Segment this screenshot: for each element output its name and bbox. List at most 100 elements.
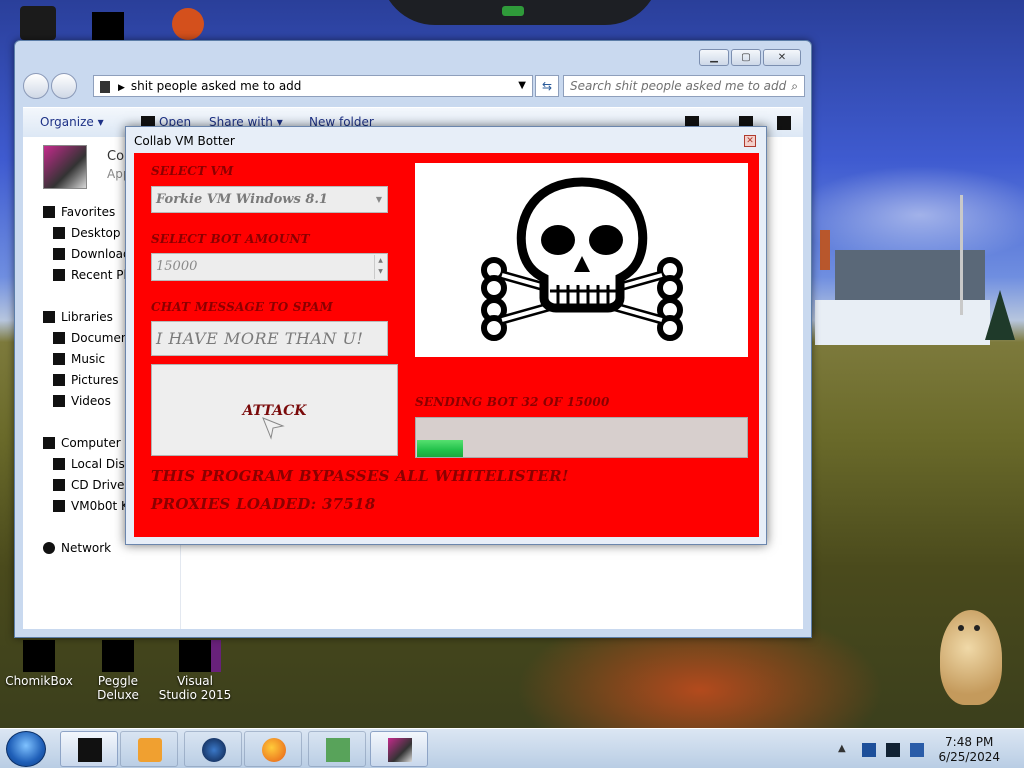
- attack-button[interactable]: ATTACK: [151, 364, 398, 456]
- taskbar-item-installer[interactable]: [308, 731, 366, 767]
- nav-cd-drive[interactable]: CD Drive (: [53, 478, 133, 492]
- firefox-icon: [262, 738, 286, 762]
- chevron-down-icon: ▼: [375, 194, 382, 204]
- gadget-indicator: [502, 6, 524, 16]
- videos-icon: [53, 395, 65, 407]
- progress-fill: [417, 440, 463, 457]
- wallpaper-house: [815, 195, 990, 345]
- cd-drive-icon: [53, 479, 65, 491]
- flag-icon[interactable]: [862, 743, 876, 757]
- disk-icon: [53, 458, 65, 470]
- desktop-icon-recycle-bin[interactable]: [20, 6, 56, 42]
- back-button[interactable]: [23, 73, 49, 99]
- address-bar[interactable]: ▶ shit people asked me to add ▼: [93, 75, 533, 97]
- computer-icon: [43, 437, 55, 449]
- desktop-icon-chomikbox[interactable]: ChomikBox: [4, 640, 74, 688]
- clock[interactable]: 7:48 PM 6/25/2024: [938, 735, 1000, 765]
- window-caption-buttons: ▁ ▢ ✕: [699, 49, 801, 66]
- recent-places-icon: [53, 269, 65, 281]
- taskbar-item-botter[interactable]: [370, 731, 428, 767]
- minimize-button[interactable]: ▁: [699, 49, 729, 66]
- taskbar-item-globe[interactable]: [184, 731, 242, 767]
- top-gadget: [380, 0, 660, 25]
- search-placeholder: Search shit people asked me to add: [570, 79, 787, 93]
- proxies-loaded: PROXIES LOADED: 37518: [151, 495, 376, 513]
- taskbar: ▲ 7:48 PM 6/25/2024: [0, 728, 1024, 768]
- black-window-icon: [78, 738, 102, 762]
- desktop-icon-visual-studio[interactable]: Visual Studio 2015: [158, 640, 232, 702]
- nav-videos[interactable]: Videos: [53, 394, 111, 408]
- chat-message-field[interactable]: I HAVE MORE THAN U!: [151, 321, 388, 356]
- sending-status: SENDING BOT 32 OF 15000: [415, 395, 610, 409]
- nav-music[interactable]: Music: [53, 352, 105, 366]
- desktop-icon-media[interactable]: [172, 8, 204, 42]
- clock-date: 6/25/2024: [938, 750, 1000, 764]
- hamster-gadget[interactable]: [940, 610, 1002, 705]
- desktop-icon-peggle[interactable]: Peggle Deluxe: [78, 640, 158, 702]
- wallpaper-tree: [985, 290, 1015, 340]
- organize-button[interactable]: Organize ▾: [40, 115, 104, 129]
- maximize-button[interactable]: ▢: [731, 49, 761, 66]
- botter-close-button[interactable]: ✕: [744, 135, 756, 147]
- address-text: shit people asked me to add: [130, 79, 302, 93]
- documents-icon: [53, 332, 65, 344]
- bot-amount-label: SELECT BOT AMOUNT: [151, 232, 310, 246]
- botter-app-icon: [388, 738, 412, 762]
- select-vm-label: SELECT VM: [151, 164, 234, 178]
- nav-downloads[interactable]: Download: [53, 247, 131, 261]
- taskbar-item-media-player[interactable]: [120, 731, 178, 767]
- application-icon: [43, 145, 87, 189]
- botter-window: Collab VM Botter ✕ SELECT VM Forkie VM W…: [125, 126, 767, 545]
- desktop-icon-label: ChomikBox: [5, 674, 73, 688]
- monitor-icon[interactable]: [886, 743, 900, 757]
- search-icon: ⌕: [791, 79, 798, 93]
- close-button[interactable]: ✕: [763, 49, 801, 66]
- downloads-icon: [53, 248, 65, 260]
- volume-icon[interactable]: [910, 743, 924, 757]
- refresh-button[interactable]: ⇆: [535, 75, 559, 97]
- system-tray: ▲ 7:48 PM 6/25/2024: [834, 733, 1014, 767]
- nav-libraries[interactable]: Libraries: [43, 310, 113, 324]
- desktop-icon-label: Visual Studio 2015: [158, 674, 232, 702]
- globe-icon: [202, 738, 226, 762]
- chat-message-label: CHAT MESSAGE TO SPAM: [151, 300, 334, 314]
- folder-icon: [100, 80, 110, 93]
- taskbar-item-firefox[interactable]: [244, 731, 302, 767]
- skull-crossbones-icon: [480, 177, 683, 341]
- nav-recent-places[interactable]: Recent Pla: [53, 268, 134, 282]
- help-icon[interactable]: [777, 116, 791, 130]
- libraries-icon: [43, 311, 55, 323]
- botter-title: Collab VM Botter: [134, 134, 235, 148]
- desktop-icon: [53, 227, 65, 239]
- spinner-arrows[interactable]: ▲ ▼: [374, 255, 386, 279]
- bypass-notice: THIS PROGRAM BYPASSES ALL WHITELISTER!: [151, 467, 569, 485]
- star-icon: [43, 206, 55, 218]
- chevron-down-icon[interactable]: ▼: [518, 76, 526, 96]
- installer-icon: [326, 738, 350, 762]
- bot-amount-stepper[interactable]: 15000 ▲ ▼: [151, 253, 388, 281]
- mouse-cursor-icon: [262, 417, 285, 440]
- nav-pictures[interactable]: Pictures: [53, 373, 119, 387]
- nav-favorites[interactable]: Favorites: [43, 205, 115, 219]
- vm-select[interactable]: Forkie VM Windows 8.1 ▼: [151, 186, 388, 213]
- forward-button[interactable]: [51, 73, 77, 99]
- nav-desktop[interactable]: Desktop: [53, 226, 121, 240]
- vm-select-value: Forkie VM Windows 8.1: [156, 192, 328, 207]
- breadcrumb-arrow-icon: ▶: [118, 83, 125, 93]
- taskbar-item-explorer[interactable]: [60, 731, 118, 767]
- nav-local-disk[interactable]: Local Disk: [53, 457, 132, 471]
- pictures-icon: [53, 374, 65, 386]
- network-icon: [43, 542, 55, 554]
- chevron-up-icon[interactable]: ▲: [838, 743, 852, 757]
- start-button[interactable]: [6, 731, 46, 767]
- nav-vm-drive[interactable]: VM0b0t Ke: [53, 499, 136, 513]
- search-input[interactable]: Search shit people asked me to add ⌕: [563, 75, 805, 97]
- clock-time: 7:48 PM: [945, 735, 994, 749]
- botter-client-area: SELECT VM Forkie VM Windows 8.1 ▼ SELECT…: [134, 153, 759, 537]
- nav-computer[interactable]: Computer: [43, 436, 121, 450]
- nav-documents[interactable]: Documen: [53, 331, 128, 345]
- chat-message-value: I HAVE MORE THAN U!: [156, 329, 364, 348]
- nav-network[interactable]: Network: [43, 541, 111, 555]
- skull-image: [415, 163, 748, 357]
- bot-amount-value: 15000: [156, 259, 198, 274]
